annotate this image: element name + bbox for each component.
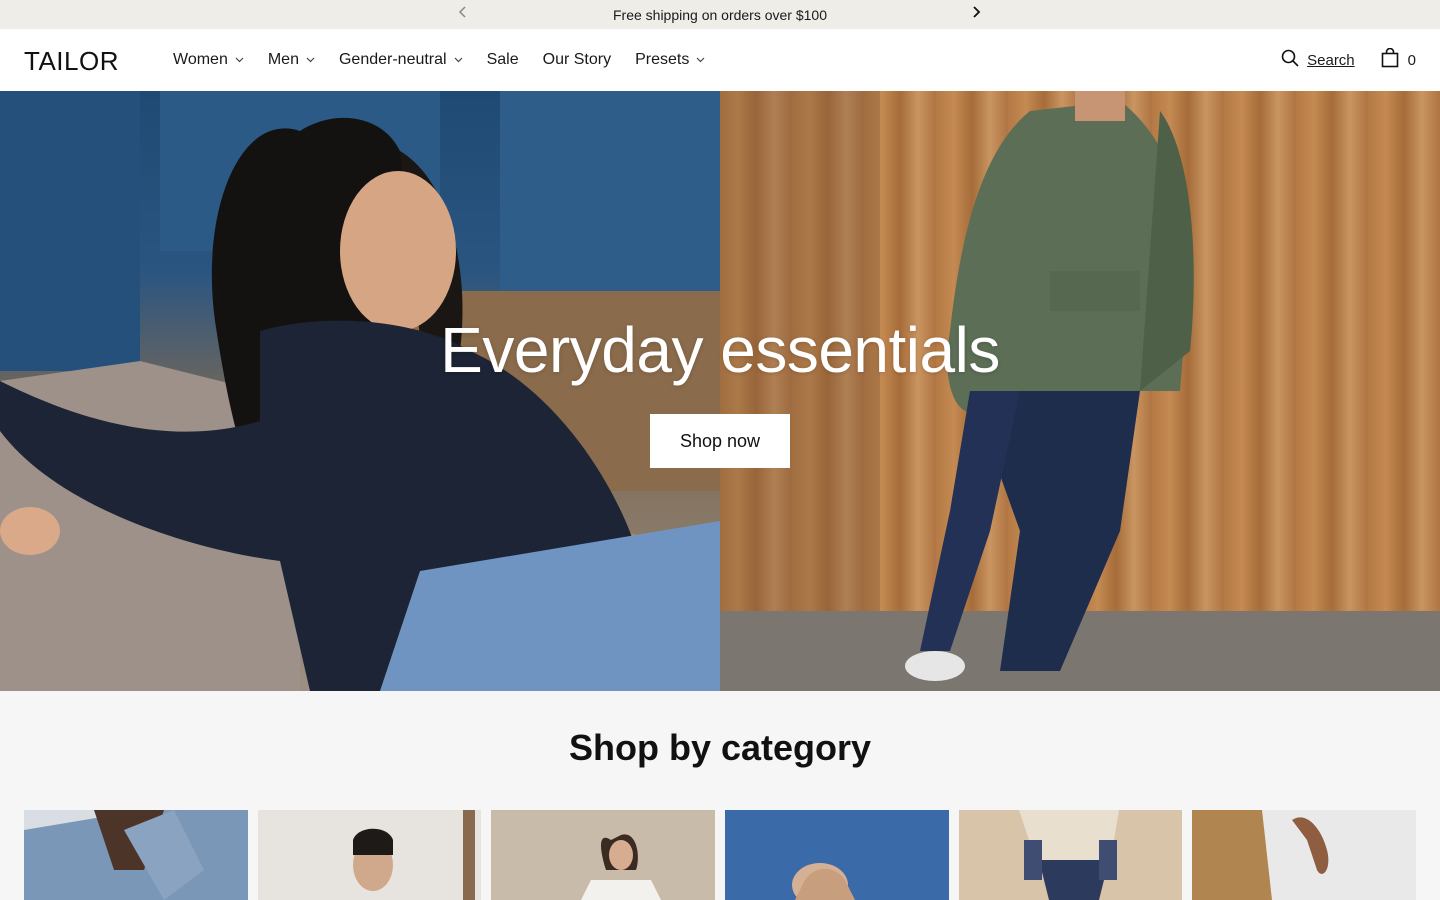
nav-item-label: Presets bbox=[635, 51, 690, 68]
announcement-text: Free shipping on orders over $100 bbox=[612, 6, 828, 23]
nav-item-gender-neutral[interactable]: Gender-neutral bbox=[339, 51, 463, 69]
chevron-down-icon bbox=[696, 57, 705, 63]
category-card[interactable] bbox=[257, 810, 482, 900]
nav-item-label: Gender-neutral bbox=[338, 51, 447, 68]
header-actions: Search 0 bbox=[1281, 29, 1416, 91]
category-card[interactable] bbox=[958, 810, 1183, 900]
hero-banner: Everyday essentials Shop now bbox=[0, 91, 1440, 691]
nav-item-presets[interactable]: Presets bbox=[635, 51, 705, 69]
shopping-bag-icon bbox=[1381, 47, 1399, 73]
nav-item-label: Women bbox=[173, 51, 228, 68]
hero-title: Everyday essentials bbox=[440, 314, 1000, 386]
chevron-down-icon bbox=[306, 57, 315, 63]
chevron-left-icon bbox=[457, 5, 469, 24]
category-card[interactable] bbox=[725, 810, 949, 900]
shop-now-button[interactable]: Shop now bbox=[650, 414, 790, 468]
site-header: TAILOR Women Men Gender-neutral Sale Our… bbox=[0, 29, 1440, 91]
nav-item-label: Men bbox=[267, 51, 299, 68]
nav-item-women[interactable]: Women bbox=[173, 51, 244, 69]
section-title: Shop by category bbox=[568, 727, 872, 768]
hero-content: Everyday essentials Shop now bbox=[0, 91, 1440, 691]
cart-count: 0 bbox=[1407, 51, 1416, 69]
chevron-down-icon bbox=[454, 57, 463, 63]
nav-item-label: Our Story bbox=[542, 51, 612, 68]
category-card[interactable] bbox=[1192, 810, 1417, 900]
category-card[interactable] bbox=[491, 810, 716, 900]
announcement-bar: Free shipping on orders over $100 bbox=[0, 0, 1440, 29]
category-card[interactable] bbox=[24, 810, 248, 900]
chevron-right-icon bbox=[970, 5, 982, 24]
announcement-next-button[interactable] bbox=[966, 4, 986, 24]
nav-item-sale[interactable]: Sale bbox=[487, 51, 519, 69]
search-button[interactable]: Search bbox=[1281, 49, 1355, 72]
logo[interactable]: TAILOR bbox=[24, 46, 119, 77]
main-nav: Women Men Gender-neutral Sale Our Story … bbox=[173, 29, 729, 91]
announcement-prev-button[interactable] bbox=[453, 4, 473, 24]
search-icon bbox=[1281, 49, 1299, 72]
search-label: Search bbox=[1307, 51, 1355, 69]
chevron-down-icon bbox=[235, 57, 244, 63]
cart-button[interactable]: 0 bbox=[1381, 47, 1416, 73]
nav-item-men[interactable]: Men bbox=[268, 51, 315, 69]
nav-item-our-story[interactable]: Our Story bbox=[543, 51, 611, 69]
nav-item-label: Sale bbox=[486, 51, 519, 68]
category-grid bbox=[24, 810, 1417, 900]
